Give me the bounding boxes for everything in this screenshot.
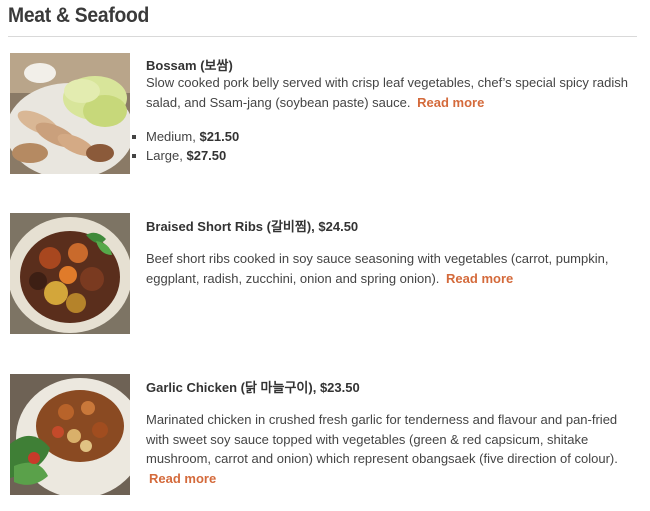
- item-name-short-ribs: Braised Short Ribs (갈비찜), $24.50: [146, 219, 359, 234]
- read-more-link-garlic-chicken[interactable]: Read more: [149, 471, 216, 486]
- short-ribs-photo[interactable]: [10, 213, 130, 334]
- size-list-bossam: Medium, $21.50 Large, $27.50: [132, 127, 239, 165]
- description-text: Marinated chicken in crushed fresh garli…: [146, 412, 618, 466]
- section-divider: [8, 36, 637, 37]
- item-name-garlic-chicken: Garlic Chicken (닭 마늘구이), $23.50: [146, 380, 360, 395]
- read-more-link-short-ribs[interactable]: Read more: [446, 271, 513, 286]
- description-text: Slow cooked pork belly served with crisp…: [146, 75, 628, 110]
- bossam-photo[interactable]: [10, 53, 130, 174]
- list-item: Large, $27.50: [132, 146, 239, 165]
- list-item: Medium, $21.50: [132, 127, 239, 146]
- item-description-bossam: Slow cooked pork belly served with crisp…: [146, 73, 634, 112]
- size-price: $27.50: [186, 148, 227, 163]
- size-price: $21.50: [199, 129, 240, 144]
- garlic-chicken-photo[interactable]: [10, 374, 130, 495]
- read-more-link-bossam[interactable]: Read more: [417, 95, 484, 110]
- size-label: Medium,: [146, 129, 200, 144]
- item-description-short-ribs: Beef short ribs cooked in soy sauce seas…: [146, 249, 634, 288]
- item-description-garlic-chicken: Marinated chicken in crushed fresh garli…: [146, 410, 634, 488]
- size-label: Large,: [146, 148, 187, 163]
- description-text: Beef short ribs cooked in soy sauce seas…: [146, 251, 609, 286]
- item-name-bossam: Bossam (보쌈): [146, 58, 233, 73]
- section-title: Meat & Seafood: [8, 4, 150, 27]
